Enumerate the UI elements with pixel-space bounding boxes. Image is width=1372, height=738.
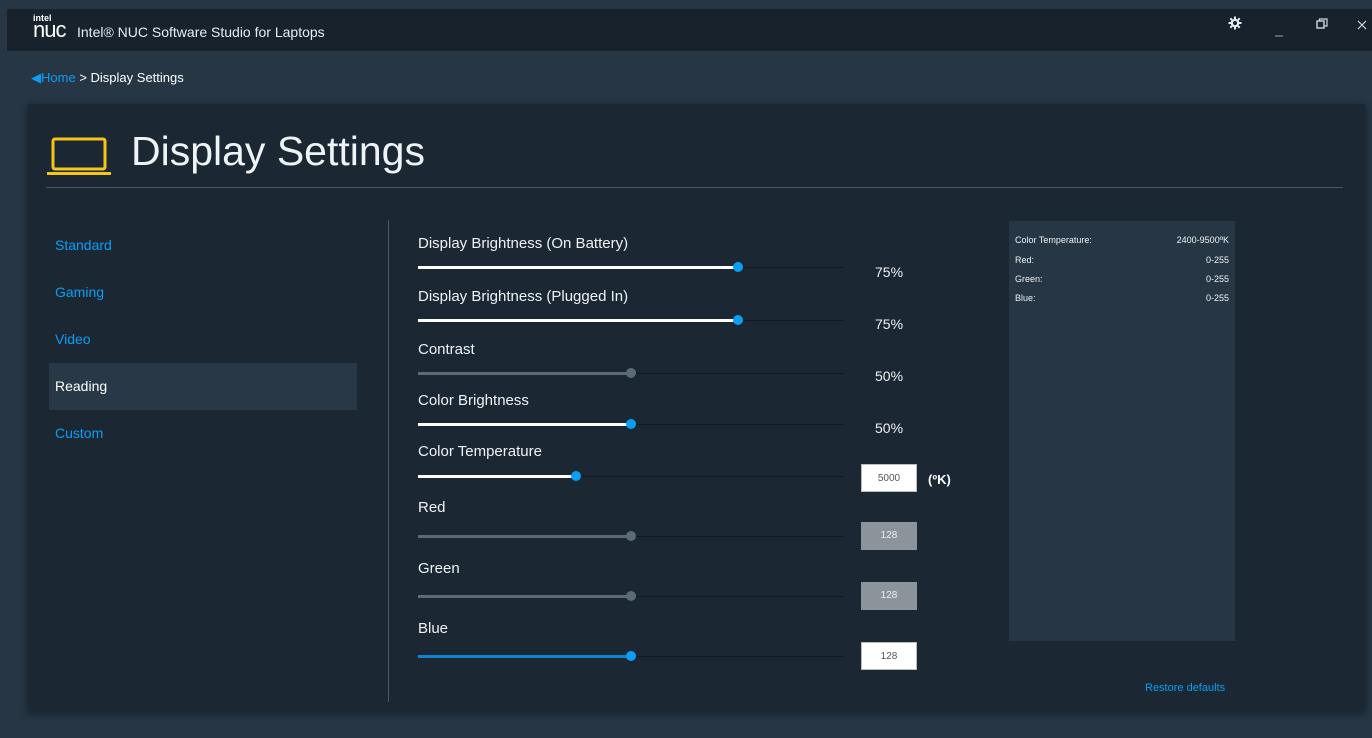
contrast-slider[interactable] (418, 368, 844, 378)
brightness-battery-label: Display Brightness (On Battery) (418, 235, 629, 252)
slider-fill (418, 319, 738, 322)
info-value: 0-255 (1205, 293, 1229, 303)
sidebar-item-reading[interactable]: Reading (49, 363, 357, 410)
info-label: Green: (1015, 274, 1043, 284)
laptop-icon (47, 136, 111, 181)
back-arrow-icon[interactable]: ◀ (31, 70, 41, 85)
red-input[interactable]: 128 (861, 522, 917, 550)
green-input[interactable]: 128 (861, 582, 917, 610)
slider-fill (418, 372, 631, 375)
breadcrumb-separator: > (79, 70, 87, 85)
slider-fill (418, 655, 631, 658)
app-title: Intel® NUC Software Studio for Laptops (77, 24, 325, 40)
gear-icon[interactable] (1228, 16, 1242, 33)
info-row-green: Green: 0-255 (1015, 274, 1229, 284)
slider-knob[interactable] (626, 591, 636, 601)
slider-knob[interactable] (626, 531, 636, 541)
color-temperature-input[interactable]: 5000 (861, 464, 917, 492)
info-value: 2400-9500ºK (1176, 235, 1229, 245)
logo-nuc-text: nuc (33, 17, 66, 42)
red-slider[interactable] (418, 531, 844, 541)
info-row-blue: Blue: 0-255 (1015, 293, 1229, 303)
restore-defaults-link[interactable]: Restore defaults (1145, 682, 1225, 694)
sidebar-item-custom[interactable]: Custom (49, 410, 357, 457)
slider-knob[interactable] (626, 419, 636, 429)
slider-knob[interactable] (732, 315, 743, 325)
minimize-icon[interactable] (1275, 24, 1285, 40)
slider-fill (418, 535, 631, 538)
color-brightness-label: Color Brightness (418, 392, 529, 409)
slider-knob[interactable] (570, 471, 581, 481)
info-label: Red: (1015, 255, 1035, 265)
brightness-battery-slider[interactable] (418, 262, 844, 272)
slider-fill (418, 595, 631, 598)
info-row-red: Red: 0-255 (1015, 255, 1229, 265)
breadcrumb: ◀Home > Display Settings (31, 70, 184, 86)
profile-sidebar: Standard Gaming Video Reading Custom (49, 222, 357, 457)
color-brightness-value: 50% (875, 420, 904, 436)
contrast-value: 50% (875, 368, 904, 384)
header-divider (46, 187, 1343, 188)
sidebar-item-standard[interactable]: Standard (49, 222, 357, 269)
brightness-plugged-slider[interactable] (418, 315, 844, 325)
info-value: 0-255 (1205, 255, 1229, 265)
green-slider[interactable] (418, 591, 844, 601)
breadcrumb-home-link[interactable]: Home (41, 70, 76, 85)
contrast-label: Contrast (418, 341, 475, 358)
slider-knob[interactable] (732, 262, 743, 272)
sidebar-item-gaming[interactable]: Gaming (49, 269, 357, 316)
blue-slider[interactable] (418, 651, 844, 661)
slider-knob[interactable] (626, 368, 636, 378)
red-label: Red (418, 499, 446, 516)
info-label: Blue: (1015, 293, 1036, 303)
brightness-battery-value: 75% (875, 264, 904, 280)
settings-panel: Display Settings Standard Gaming Video R… (28, 104, 1365, 711)
sidebar-item-video[interactable]: Video (49, 316, 357, 363)
color-temperature-label: Color Temperature (418, 443, 542, 460)
color-brightness-slider[interactable] (418, 419, 844, 429)
close-icon[interactable] (1357, 17, 1367, 33)
slider-fill (418, 423, 631, 426)
info-panel: Color Temperature: 2400-9500ºK Red: 0-25… (1009, 221, 1235, 641)
slider-fill (418, 266, 738, 269)
info-value: 0-255 (1205, 274, 1229, 284)
page-title: Display Settings (131, 128, 425, 174)
restore-icon[interactable] (1316, 17, 1328, 33)
brightness-plugged-value: 75% (875, 316, 904, 332)
slider-fill (418, 475, 576, 478)
blue-label: Blue (418, 620, 449, 637)
kelvin-unit: (ºK) (928, 472, 951, 487)
slider-knob[interactable] (626, 651, 636, 661)
blue-input[interactable]: 128 (861, 642, 917, 670)
green-label: Green (418, 560, 460, 577)
breadcrumb-current: Display Settings (90, 70, 184, 85)
color-temperature-slider[interactable] (418, 471, 844, 481)
info-row-color-temperature: Color Temperature: 2400-9500ºK (1015, 235, 1229, 245)
brightness-plugged-label: Display Brightness (Plugged In) (418, 288, 629, 305)
nuc-logo: intel nuc (33, 13, 69, 43)
info-label: Color Temperature: (1015, 235, 1092, 245)
vertical-divider (388, 220, 389, 702)
